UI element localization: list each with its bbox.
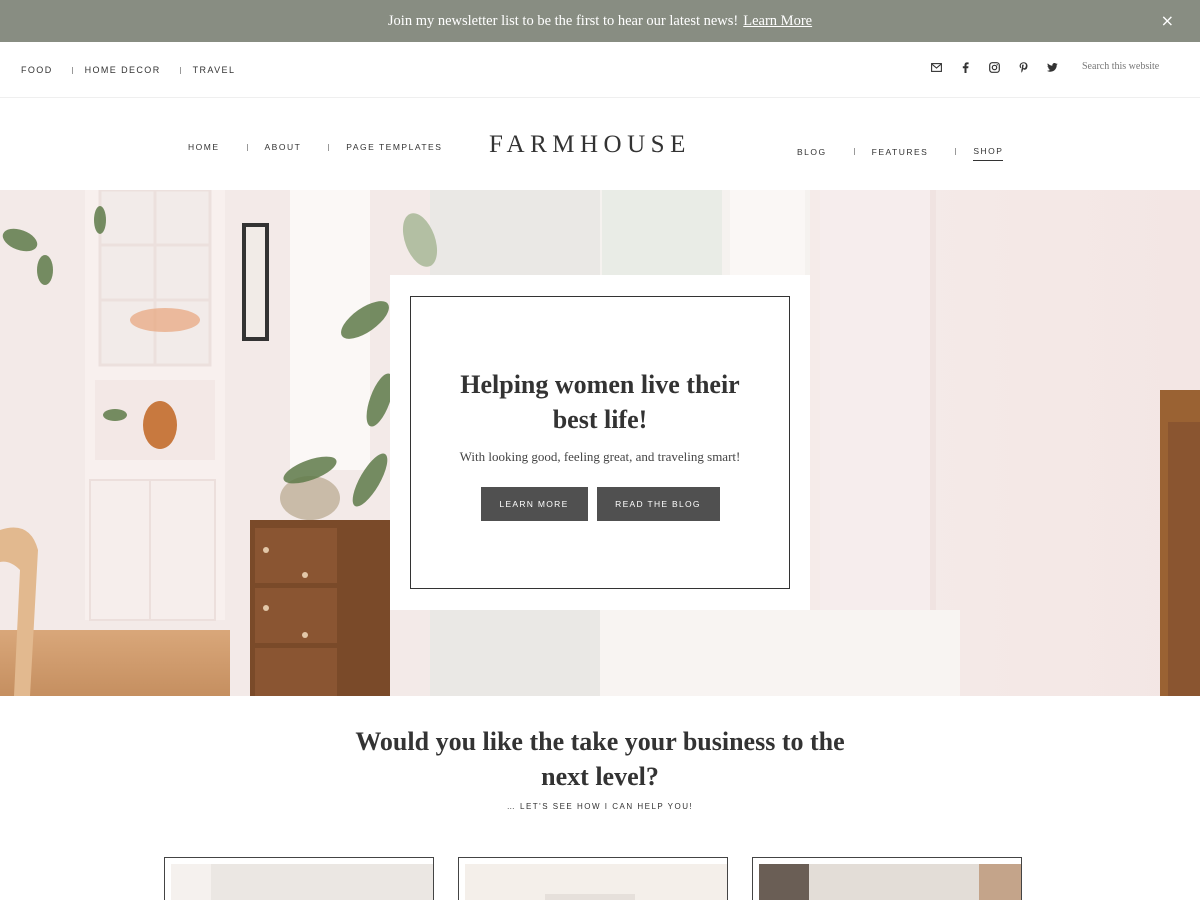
announcement-text: Join my newsletter list to be the first …: [387, 12, 739, 29]
nav-item-features[interactable]: FEATURES: [872, 147, 929, 157]
hero-subtitle: With looking good, feeling great, and tr…: [459, 449, 741, 464]
feature-card[interactable]: [752, 857, 1022, 900]
main-header: HOME ABOUT PAGE TEMPLATES FARMHOUSE BLOG…: [0, 98, 1200, 190]
email-icon[interactable]: [930, 61, 942, 73]
learn-more-button[interactable]: LEARN MORE: [480, 487, 588, 521]
facebook-icon[interactable]: [959, 61, 971, 73]
pinterest-icon[interactable]: [1017, 61, 1029, 73]
announcement-bar: Join my newsletter list to be the first …: [0, 0, 1200, 42]
nav-item-home-decor[interactable]: HOME DECOR: [85, 65, 161, 75]
nav-divider: [71, 66, 73, 74]
nav-divider: [955, 148, 957, 155]
nav-item-home[interactable]: HOME: [188, 142, 220, 152]
hero-card: Helping women live their best life! With…: [390, 275, 810, 610]
primary-nav-right: BLOG FEATURES SHOP: [797, 142, 1004, 161]
site-logo[interactable]: FARMHOUSE: [489, 131, 691, 159]
hero-buttons: LEARN MORE READ THE BLOG: [480, 487, 720, 521]
nav-divider: [246, 143, 248, 151]
nav-item-page-templates[interactable]: PAGE TEMPLATES: [346, 142, 442, 152]
feature-card-image: [465, 864, 727, 900]
hero-section: Helping women live their best life! With…: [0, 190, 1200, 696]
read-the-blog-button[interactable]: READ THE BLOG: [596, 487, 720, 521]
section-title: Would you like the take your business to…: [355, 727, 845, 791]
nav-item-food[interactable]: FOOD: [21, 65, 53, 75]
feature-card-image: [171, 864, 433, 900]
feature-card[interactable]: [164, 857, 434, 900]
feature-card[interactable]: [458, 857, 728, 900]
close-icon[interactable]: ×: [1161, 11, 1174, 30]
secondary-nav: FOOD HOME DECOR TRAVEL: [21, 65, 235, 75]
announcement-learn-more-link[interactable]: Learn More: [743, 13, 812, 30]
secondary-header: FOOD HOME DECOR TRAVEL Search this websi…: [0, 42, 1200, 98]
search-input[interactable]: Search this website: [1082, 61, 1182, 72]
nav-item-shop[interactable]: SHOP: [973, 146, 1004, 161]
primary-nav-left: HOME ABOUT PAGE TEMPLATES: [188, 142, 442, 152]
nav-item-travel[interactable]: TRAVEL: [193, 65, 236, 75]
hero-title: Helping women live their best life!: [460, 370, 740, 434]
section-subtitle: … LET'S SEE HOW I CAN HELP YOU!: [506, 802, 694, 811]
nav-divider: [328, 143, 330, 151]
nav-divider: [179, 66, 181, 74]
hero-card-frame: Helping women live their best life! With…: [410, 296, 790, 589]
instagram-icon[interactable]: [988, 61, 1000, 73]
twitter-icon[interactable]: [1046, 61, 1058, 73]
nav-divider: [853, 148, 855, 155]
nav-item-about[interactable]: ABOUT: [265, 142, 302, 152]
social-links: [930, 61, 1075, 73]
feature-card-image: [759, 864, 1021, 900]
nav-item-blog[interactable]: BLOG: [797, 147, 827, 157]
